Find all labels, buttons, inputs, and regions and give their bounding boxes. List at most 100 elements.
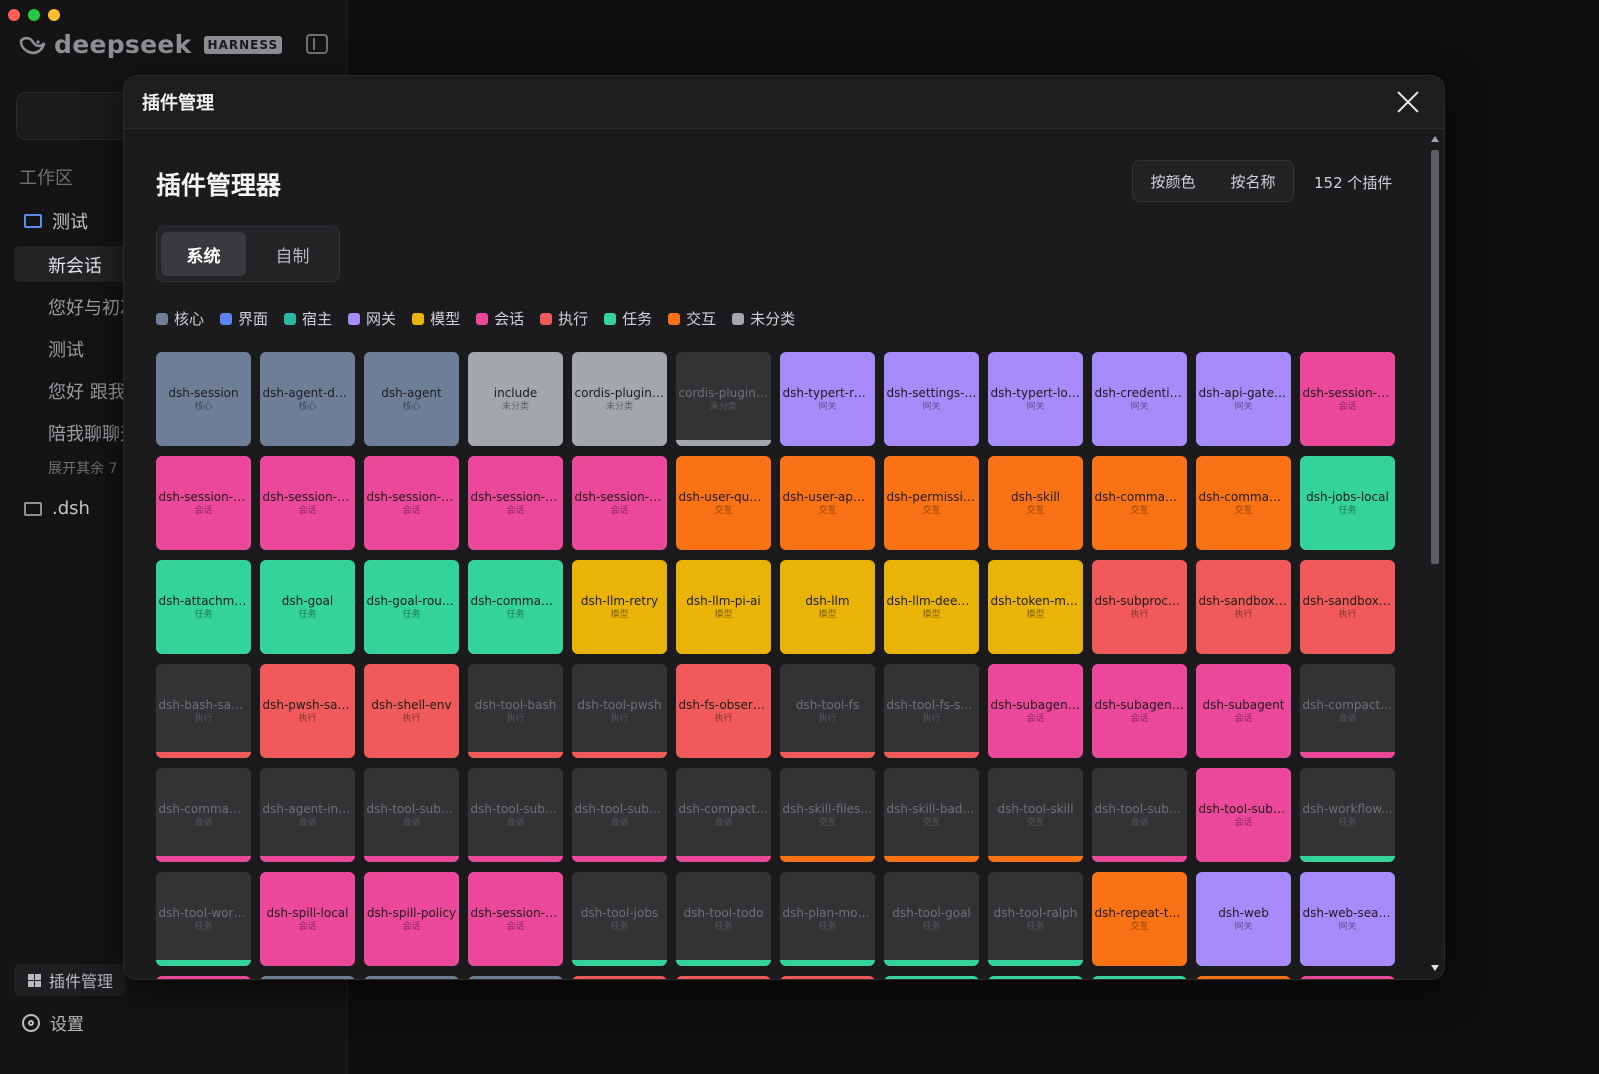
plugin-tile[interactable]: dsh-settings-file 网关 (884, 352, 979, 446)
plugin-tile[interactable]: dsh-llm-deeps... 模型 (884, 560, 979, 654)
plugin-tile[interactable]: dsh-subagent-... 会话 (988, 664, 1083, 758)
plugin-tile[interactable]: dsh-pwsh-san... 执行 (260, 664, 355, 758)
plugin-tile[interactable] (676, 976, 771, 979)
plugin-tile[interactable]: dsh-tool-suba... 会话 (364, 768, 459, 862)
minimize-window-button[interactable] (48, 9, 60, 21)
plugin-tile[interactable]: dsh-web-sear... 网关 (1300, 872, 1395, 966)
plugin-tile[interactable]: dsh-commands 交互 (1092, 456, 1187, 550)
settings-button[interactable]: 设置 (22, 1010, 84, 1035)
plugin-tile[interactable]: dsh-tool-pwsh 执行 (572, 664, 667, 758)
plugin-tile[interactable] (1092, 976, 1187, 979)
plugin-tile[interactable]: dsh-attachme... 任务 (156, 560, 251, 654)
session-item[interactable]: 新会话 (48, 252, 102, 278)
plugin-tile[interactable] (1300, 976, 1395, 979)
tab-custom[interactable]: 自制 (250, 232, 335, 276)
plugin-tile[interactable]: dsh-repeat-to... 交互 (1092, 872, 1187, 966)
plugin-tile[interactable]: dsh-typert-re... 网关 (780, 352, 875, 446)
plugin-tile[interactable]: dsh-bash-san... 执行 (156, 664, 251, 758)
plugin-tile[interactable] (468, 976, 563, 979)
plugin-tile[interactable]: dsh-tool-suba... 会话 (468, 768, 563, 862)
plugin-tile[interactable]: dsh-skill 交互 (988, 456, 1083, 550)
plugin-tile[interactable]: cordis-plugin-... 未分类 (572, 352, 667, 446)
plugin-tile[interactable]: dsh-fs-observ... 执行 (676, 664, 771, 758)
plugin-tile[interactable]: cordis-plugin-... 未分类 (676, 352, 771, 446)
sort-by-color-button[interactable]: 按颜色 (1150, 171, 1195, 192)
plugin-tile[interactable]: dsh-shell-env 执行 (364, 664, 459, 758)
plugin-tile[interactable]: dsh-plan-mode 任务 (780, 872, 875, 966)
plugin-tile[interactable] (884, 976, 979, 979)
plugin-tile[interactable]: dsh-tool-goal 任务 (884, 872, 979, 966)
plugin-tile[interactable]: dsh-tool-jobs 任务 (572, 872, 667, 966)
close-window-button[interactable] (8, 9, 20, 21)
plugin-tile[interactable]: dsh-agent 核心 (364, 352, 459, 446)
plugin-tile[interactable]: dsh-spill-policy 会话 (364, 872, 459, 966)
plugin-tile[interactable]: dsh-spill-local 会话 (260, 872, 355, 966)
scroll-up-arrow-icon[interactable] (1431, 136, 1439, 142)
plugin-tile[interactable] (260, 976, 355, 979)
plugin-tile[interactable]: dsh-session-c... 会话 (468, 872, 563, 966)
plugin-tile[interactable]: dsh-goal 任务 (260, 560, 355, 654)
plugin-tile[interactable]: dsh-agent-inst... 会话 (260, 768, 355, 862)
plugin-tile[interactable]: dsh-workflow... 任务 (1300, 768, 1395, 862)
plugin-tile[interactable]: dsh-llm-retry 模型 (572, 560, 667, 654)
plugin-tile[interactable]: include 未分类 (468, 352, 563, 446)
plugin-tile[interactable]: dsh-subproce... 执行 (1092, 560, 1187, 654)
plugin-tile[interactable]: dsh-agent-def... 核心 (260, 352, 355, 446)
plugin-tile[interactable] (780, 976, 875, 979)
plugin-tile[interactable] (988, 976, 1083, 979)
plugin-tile[interactable]: dsh-session-p... 会话 (468, 456, 563, 550)
workspace-folder-test[interactable]: 测试 (24, 208, 88, 234)
close-modal-button[interactable] (1396, 90, 1420, 114)
plugin-tile[interactable]: dsh-tool-fs-se... 执行 (884, 664, 979, 758)
sort-by-name-button[interactable]: 按名称 (1230, 171, 1275, 192)
plugin-tile[interactable]: dsh-credential... 网关 (1092, 352, 1187, 446)
plugin-tile[interactable] (572, 976, 667, 979)
plugin-tile[interactable]: dsh-tool-fs 执行 (780, 664, 875, 758)
plugin-tile[interactable]: dsh-session-q... 会话 (364, 456, 459, 550)
plugin-tile[interactable]: dsh-api-gatew... 网关 (1196, 352, 1291, 446)
plugin-tile[interactable]: dsh-user-appr... 交互 (780, 456, 875, 550)
plugin-tile[interactable]: dsh-typert-loa... 网关 (988, 352, 1083, 446)
plugin-tile[interactable]: dsh-sandbox-... 执行 (1300, 560, 1395, 654)
toggle-sidebar-button[interactable] (306, 34, 328, 54)
session-item[interactable]: 测试 (48, 336, 84, 362)
plugin-tile[interactable]: dsh-token-me... 模型 (988, 560, 1083, 654)
plugin-tile[interactable]: dsh-subagent-... 会话 (1092, 664, 1187, 758)
scroll-thumb[interactable] (1431, 150, 1439, 564)
workspace-folder-dsh[interactable]: .dsh (24, 498, 90, 519)
plugin-tile[interactable]: dsh-tool-work... 任务 (156, 872, 251, 966)
plugin-tile[interactable]: dsh-tool-suba... 会话 (1196, 768, 1291, 862)
plugin-tile[interactable] (1196, 976, 1291, 979)
plugin-tile[interactable]: dsh-tool-suba... 会话 (1092, 768, 1187, 862)
plugin-tile[interactable]: dsh-command... 交互 (1196, 456, 1291, 550)
plugin-tile[interactable]: dsh-command... 会话 (156, 768, 251, 862)
zoom-window-button[interactable] (28, 9, 40, 21)
plugin-tile[interactable]: dsh-tool-suba... 会话 (572, 768, 667, 862)
plugin-tile[interactable]: dsh-llm-pi-ai 模型 (676, 560, 771, 654)
plugin-tile[interactable]: dsh-compacti... 会话 (676, 768, 771, 862)
plugin-tile[interactable]: dsh-jobs-local 任务 (1300, 456, 1395, 550)
plugin-tile[interactable] (364, 976, 459, 979)
plugin-tile[interactable]: dsh-session 核心 (156, 352, 251, 446)
plugin-tile[interactable]: dsh-sandbox-l... 执行 (1196, 560, 1291, 654)
plugin-tile[interactable]: dsh-llm 模型 (780, 560, 875, 654)
plugin-tile[interactable]: dsh-subagent 会话 (1196, 664, 1291, 758)
scrollbar[interactable] (1428, 132, 1442, 977)
plugin-tile[interactable]: dsh-command... 任务 (468, 560, 563, 654)
plugin-tile[interactable]: dsh-session-ti... 会话 (156, 456, 251, 550)
session-item[interactable]: 您好 跟我 (48, 378, 126, 404)
plugin-tile[interactable]: dsh-user-ques... 交互 (676, 456, 771, 550)
expand-more-link[interactable]: 展开其余 7 (48, 458, 117, 478)
plugin-tile[interactable]: dsh-tool-bash 执行 (468, 664, 563, 758)
tab-system[interactable]: 系统 (161, 232, 246, 276)
plugin-tile[interactable]: dsh-compacti... 会话 (1300, 664, 1395, 758)
plugin-tile[interactable]: dsh-tool-skill 交互 (988, 768, 1083, 862)
plugin-tile[interactable]: dsh-session-te... 会话 (572, 456, 667, 550)
plugin-manager-button[interactable]: 插件管理 (14, 964, 126, 996)
plugin-tile[interactable]: dsh-skill-filesy... 交互 (780, 768, 875, 862)
plugin-tile[interactable]: dsh-session-ti... 会话 (1300, 352, 1395, 446)
scroll-down-arrow-icon[interactable] (1431, 965, 1439, 971)
plugin-tile[interactable]: dsh-skill-badge 交互 (884, 768, 979, 862)
plugin-tile[interactable]: dsh-session-p... 会话 (260, 456, 355, 550)
plugin-tile[interactable]: dsh-tool-todo 任务 (676, 872, 771, 966)
